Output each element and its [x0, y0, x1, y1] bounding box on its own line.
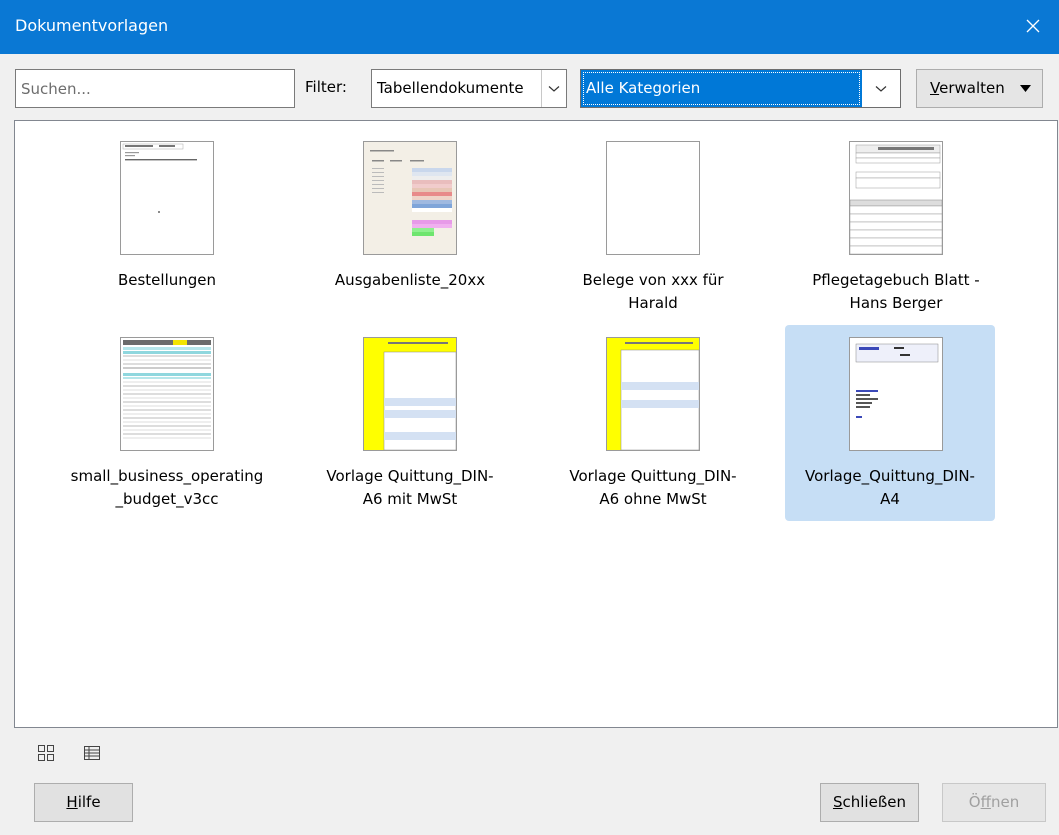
template-name-line1: Ausgabenliste_20xx — [334, 271, 486, 289]
template-name-line2: Hans Berger — [849, 294, 943, 312]
manage-button[interactable]: Verwalten — [916, 69, 1043, 108]
template-tile-quittung-a6-mwst[interactable]: Vorlage Quittung_DIN- A6 mit MwSt — [305, 325, 515, 521]
template-name-line1: Pflegetagebuch Blatt - — [812, 271, 980, 289]
chevron-down-icon — [875, 86, 887, 92]
filter-label: Filter: — [305, 78, 347, 96]
help-button[interactable]: Hilfe — [34, 783, 133, 822]
triangle-down-icon — [1020, 85, 1031, 92]
template-tile-belege[interactable]: Belege von xxx für Harald — [548, 129, 758, 325]
template-name-line2: Harald — [628, 294, 678, 312]
templates-dialog: Dokumentvorlagen Filter: Tabellendokumen… — [0, 0, 1059, 835]
open-label: fnen — [990, 793, 1020, 811]
list-view-icon[interactable] — [83, 744, 101, 762]
template-tile-bestellungen[interactable]: Bestellungen — [62, 129, 272, 325]
template-thumbnail — [606, 141, 700, 255]
template-thumbnail — [120, 141, 214, 255]
close-icon[interactable] — [1019, 12, 1047, 40]
template-name-line1: Vorlage Quittung_DIN- — [569, 467, 737, 485]
document-type-value: Tabellendokumente — [377, 79, 524, 97]
open-accel: f — [980, 793, 991, 811]
open-button[interactable]: Öffnen — [942, 783, 1046, 822]
document-type-dropdown-button[interactable] — [541, 70, 566, 107]
category-select[interactable]: Alle Kategorien — [580, 69, 901, 108]
window-title: Dokumentvorlagen — [15, 16, 169, 35]
template-name-line1: Vorlage_Quittung_DIN- — [805, 467, 975, 485]
open-prefix: Ö — [968, 793, 981, 811]
template-thumbnail — [849, 141, 943, 255]
chevron-down-icon — [548, 86, 560, 92]
close-label: chließen — [842, 793, 907, 811]
template-tile-pflegetagebuch[interactable]: Pflegetagebuch Blatt - Hans Berger — [791, 129, 1001, 325]
template-thumbnail — [606, 337, 700, 451]
document-type-select[interactable]: Tabellendokumente — [371, 69, 567, 108]
manage-label: erwalten — [939, 79, 1005, 97]
template-tile-ausgabenliste[interactable]: Ausgabenliste_20xx — [305, 129, 515, 325]
template-name-line1: Belege von xxx für — [582, 271, 724, 289]
template-name-line1: small_business_operating — [70, 467, 264, 485]
template-name-line2: A4 — [880, 490, 900, 508]
template-name-line2: A6 mit MwSt — [362, 490, 458, 508]
template-tile-small-business[interactable]: small_business_operating _budget_v3cc — [62, 325, 272, 521]
template-name-line2: A6 ohne MwSt — [599, 490, 707, 508]
search-input[interactable] — [15, 69, 295, 108]
title-bar: Dokumentvorlagen — [0, 0, 1059, 54]
template-thumbnail — [363, 141, 457, 255]
close-accel: S — [832, 793, 843, 811]
category-value: Alle Kategorien — [581, 70, 862, 107]
grid-view-icon[interactable] — [37, 744, 55, 762]
template-name-line1: Bestellungen — [117, 271, 217, 289]
close-button[interactable]: Schließen — [820, 783, 919, 822]
template-thumbnail — [849, 337, 943, 451]
template-thumbnail — [363, 337, 457, 451]
manage-accel: V — [930, 79, 940, 97]
template-tile-quittung-a6-ohne[interactable]: Vorlage Quittung_DIN- A6 ohne MwSt — [548, 325, 758, 521]
category-dropdown-button[interactable] — [862, 70, 900, 107]
template-thumbnail — [120, 337, 214, 451]
template-name-line1: Vorlage Quittung_DIN- — [326, 467, 494, 485]
template-grid: Bestellungen Ausgabenliste_20xx Belege v… — [14, 120, 1058, 728]
help-label: ilfe — [77, 793, 101, 811]
template-name-line2: _budget_v3cc — [115, 490, 219, 508]
template-tile-quittung-a4[interactable]: Vorlage_Quittung_DIN- A4 — [785, 325, 995, 521]
help-accel: H — [66, 793, 78, 811]
